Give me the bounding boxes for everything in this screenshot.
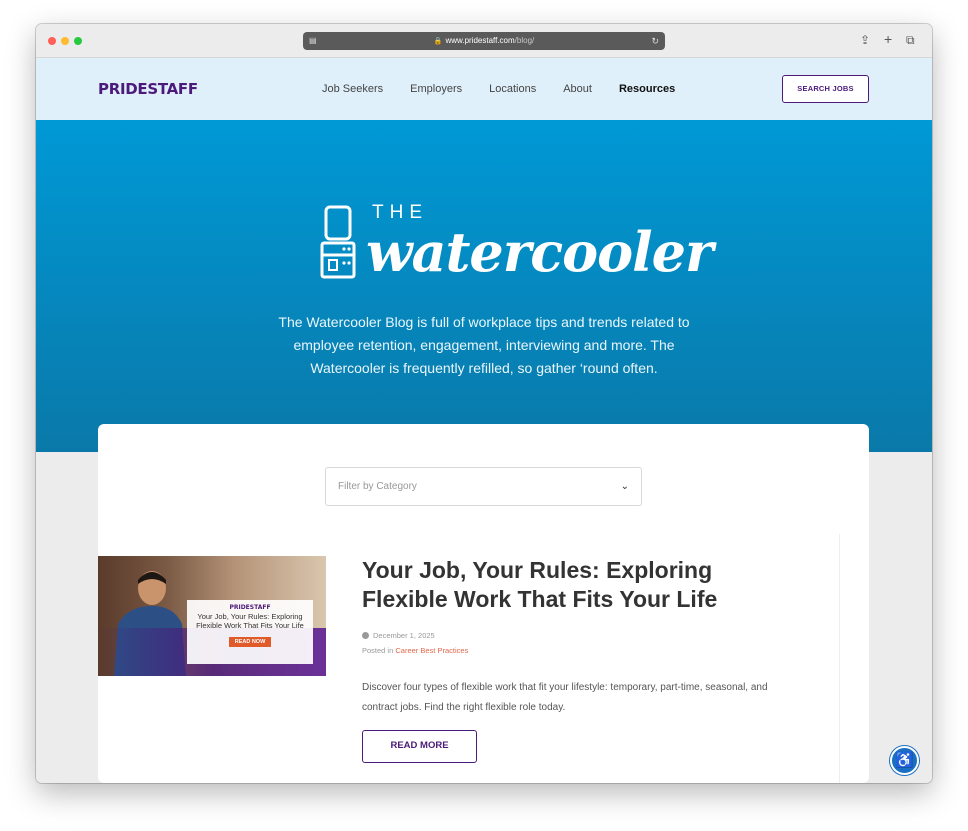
post-category-link[interactable]: Career Best Practices [395, 646, 468, 655]
category-filter-placeholder: Filter by Category [338, 481, 417, 492]
nav-link-about[interactable]: About [563, 83, 592, 95]
hero-title-watercooler: watercooler [366, 220, 713, 284]
minimize-window-button[interactable] [61, 37, 69, 45]
post-meta: December 1, 2025 Posted in Career Best P… [362, 628, 468, 658]
divider [839, 534, 840, 783]
hero-banner: THE watercooler The Watercooler Blog is … [36, 120, 932, 452]
plus-icon[interactable]: + [884, 31, 892, 47]
blog-content-card: Filter by Category ⌄ PRIDESTAFF Your Job… [98, 424, 869, 783]
browser-titlebar: ▤ 🔒 www.pridestaff.com/blog/ ↻ ⇪ + ⧉ [36, 24, 932, 58]
share-icon[interactable]: ⇪ [860, 33, 870, 47]
tabs-icon[interactable]: ⧉ [906, 33, 915, 48]
post-thumbnail[interactable]: PRIDESTAFF Your Job, Your Rules: Explori… [98, 556, 326, 676]
hero-intro-text: The Watercooler Blog is full of workplac… [278, 314, 690, 376]
reload-icon[interactable]: ↻ [651, 32, 659, 50]
thumbnail-read-now: READ NOW [228, 637, 272, 647]
nav-link-resources[interactable]: Resources [619, 83, 675, 95]
thumbnail-caption: PRIDESTAFF Your Job, Your Rules: Explori… [187, 600, 313, 664]
lock-icon: 🔒 [433, 38, 443, 45]
chevron-down-icon: ⌄ [620, 481, 629, 492]
site-header: PRIDESTAFF Job Seekers Employers Locations… [36, 58, 932, 120]
reader-icon[interactable]: ▤ [309, 32, 317, 50]
thumbnail-title: Your Job, Your Rules: Exploring Flexible… [196, 612, 304, 630]
browser-window: ▤ 🔒 www.pridestaff.com/blog/ ↻ ⇪ + ⧉ PRID… [36, 24, 932, 783]
nav-link-job-seekers[interactable]: Job Seekers [322, 83, 383, 95]
zoom-window-button[interactable] [74, 37, 82, 45]
close-window-button[interactable] [48, 37, 56, 45]
accessibility-icon[interactable]: ♿ [890, 746, 919, 775]
main-nav: Job Seekers Employers Locations About Resour… [322, 83, 702, 95]
post-excerpt: Discover four types of flexible work tha… [362, 682, 768, 713]
search-jobs-button[interactable]: SEARCH JOBS [782, 75, 869, 103]
address-bar[interactable]: ▤ 🔒 www.pridestaff.com/blog/ ↻ [303, 32, 665, 50]
nav-link-locations[interactable]: Locations [489, 83, 536, 95]
clock-icon [362, 632, 369, 639]
read-more-button[interactable]: READ MORE [362, 730, 477, 763]
url-path: /blog/ [514, 36, 535, 45]
thumbnail-brand: PRIDESTAFF [229, 604, 271, 611]
water-cooler-icon [320, 205, 356, 279]
url-domain: www.pridestaff.com [445, 36, 515, 45]
post-title[interactable]: Your Job, Your Rules: Exploring Flexible… [362, 556, 782, 614]
post-date: December 1, 2025 [373, 631, 435, 640]
nav-link-employers[interactable]: Employers [410, 83, 462, 95]
pridestaff-logo[interactable]: PRIDESTAFF [98, 80, 198, 98]
category-filter-select[interactable]: Filter by Category ⌄ [325, 467, 642, 506]
posted-in-label: Posted in [362, 646, 394, 655]
